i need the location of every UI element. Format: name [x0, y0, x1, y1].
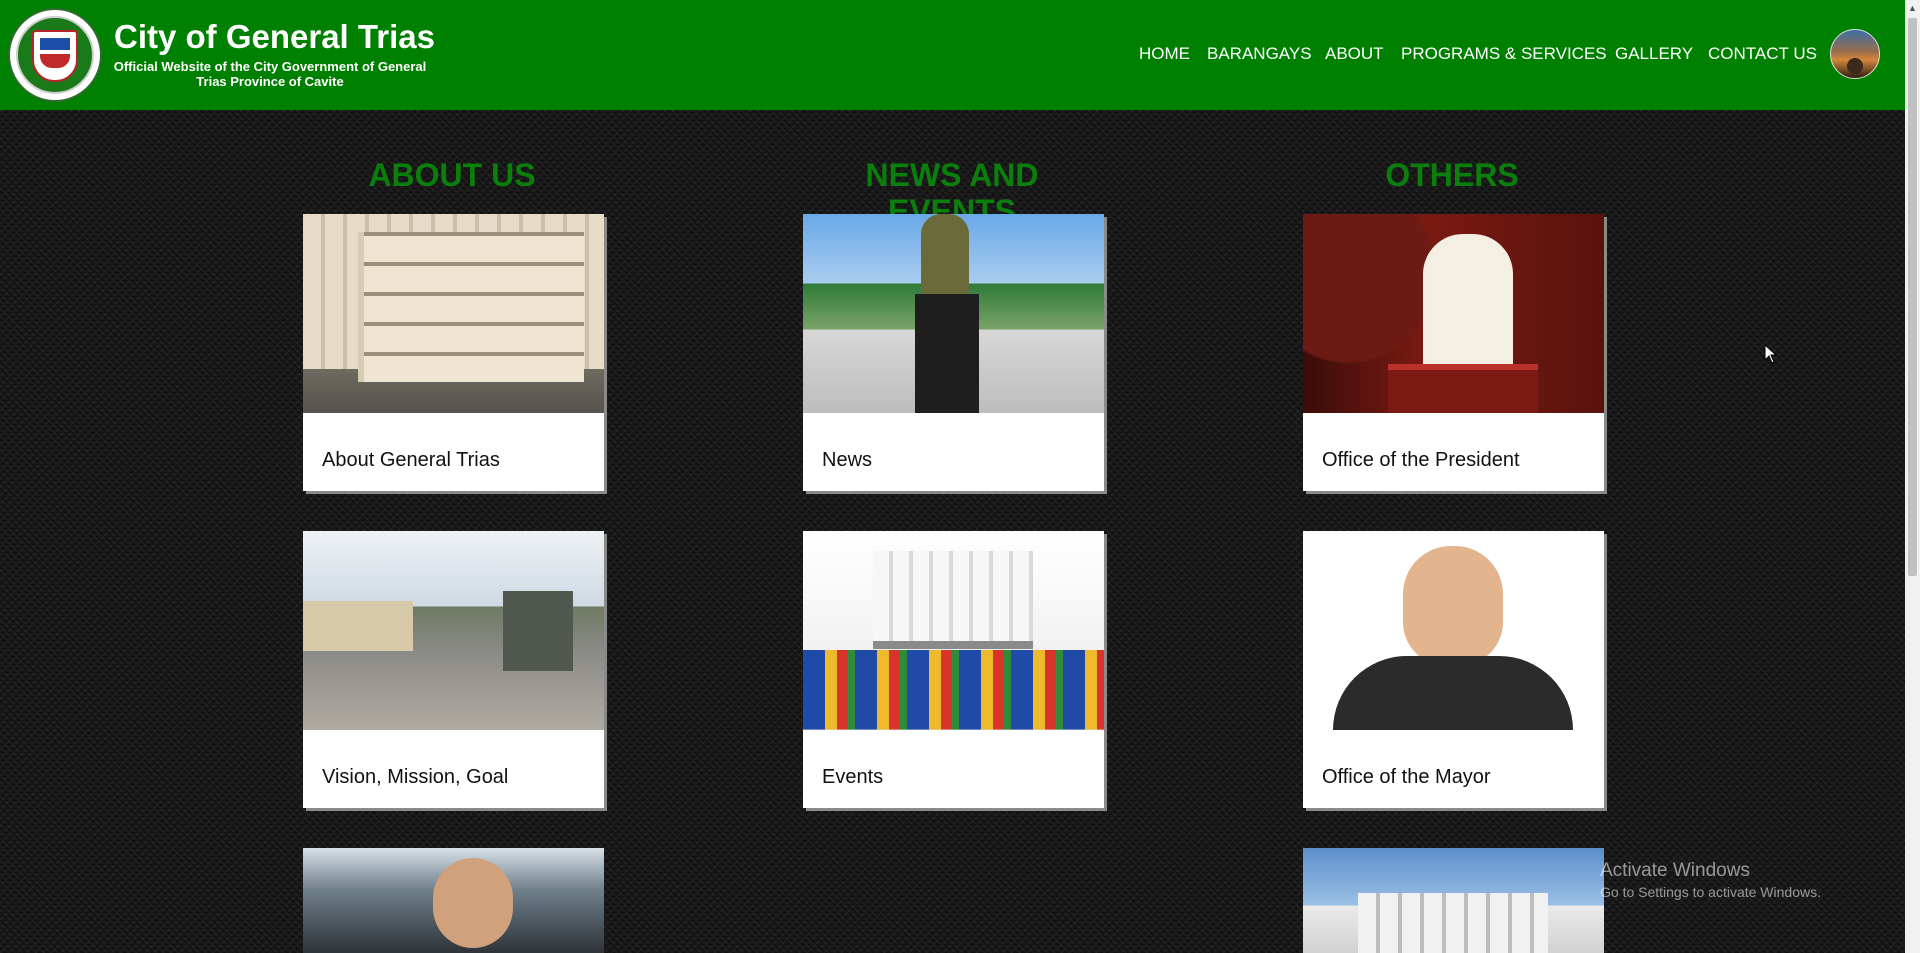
watermark-subtext: Go to Settings to activate Windows. [1600, 884, 1821, 900]
card-label: About General Trias [322, 449, 500, 471]
city-hall-photo [303, 214, 604, 413]
card-label: Events [822, 766, 884, 788]
mouse-pointer-icon [1764, 343, 1778, 364]
card-events[interactable]: Events [803, 531, 1104, 808]
card-office-of-the-president[interactable]: Office of the President [1303, 214, 1604, 491]
scroll-up-arrow-icon[interactable]: ▲ [1908, 3, 1917, 13]
site-title[interactable]: City of General Trias [114, 20, 435, 53]
site-header: City of General Trias Official Website o… [0, 0, 1905, 110]
site-subtitle: Official Website of the City Government … [113, 59, 427, 89]
nav-home[interactable]: HOME [1139, 44, 1190, 64]
mayor-photo [1303, 531, 1604, 730]
profile-avatar[interactable] [1830, 29, 1880, 79]
card-label: Vision, Mission, Goal [322, 766, 509, 788]
nav-gallery[interactable]: GALLERY [1615, 44, 1693, 64]
watermark-title: Activate Windows [1600, 860, 1750, 881]
card-news[interactable]: News [803, 214, 1104, 491]
card-label: Office of the President [1322, 449, 1520, 471]
city-seal-logo[interactable] [8, 8, 102, 102]
festival-photo [803, 531, 1104, 730]
card-office-of-the-mayor[interactable]: Office of the Mayor [1303, 531, 1604, 808]
card-label: Office of the Mayor [1322, 766, 1491, 788]
section-title-others: OTHERS [1385, 157, 1519, 193]
monument-photo [803, 214, 1104, 413]
card-vision-mission-goal[interactable]: Vision, Mission, Goal [303, 531, 604, 808]
card-about-general-trias[interactable]: About General Trias [303, 214, 604, 491]
scrollbar-thumb[interactable] [1908, 18, 1917, 576]
card-about-partial[interactable] [303, 848, 604, 953]
nav-about[interactable]: ABOUT [1325, 44, 1384, 64]
windows-activation-watermark: Activate Windows Go to Settings to activ… [1600, 860, 1821, 902]
seal-shield-icon [32, 30, 78, 82]
people-photo [303, 848, 604, 953]
card-others-partial[interactable] [1303, 848, 1604, 953]
nav-programs-services[interactable]: PROGRAMS & SERVICES [1401, 44, 1607, 64]
nav-contact-us[interactable]: CONTACT US [1708, 44, 1817, 64]
nav-barangays[interactable]: BARANGAYS [1207, 44, 1312, 64]
city-hall-building-photo [1303, 848, 1604, 953]
president-photo [1303, 214, 1604, 413]
section-title-about-us: ABOUT US [368, 157, 536, 193]
plaza-photo [303, 531, 604, 730]
card-label: News [822, 449, 873, 471]
vertical-scrollbar[interactable]: ▲ [1905, 0, 1920, 953]
